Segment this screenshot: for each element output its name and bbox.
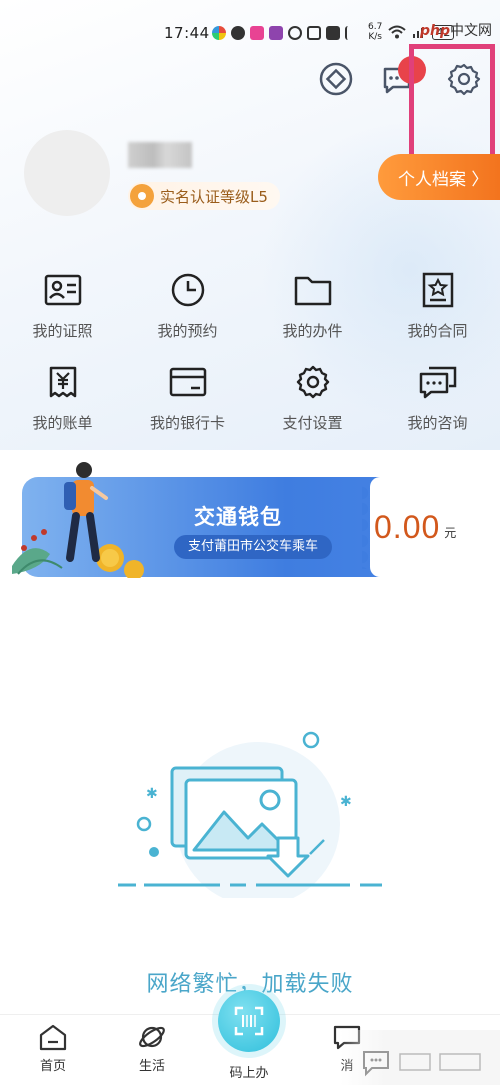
- grid-item-cases[interactable]: 我的办件: [250, 270, 375, 341]
- planet-icon: [139, 1026, 165, 1048]
- wallet-balance-unit: 元: [444, 525, 457, 540]
- bill-icon: [49, 366, 76, 398]
- watermark-logo-icon: [363, 1051, 481, 1077]
- wifi-icon: [388, 25, 406, 39]
- user-name-blurred: [128, 142, 192, 168]
- grid-item-consultations[interactable]: 我的咨询: [375, 362, 500, 433]
- scan-code-label: 码上办: [229, 1066, 269, 1081]
- nav-life-label: 生活: [138, 1059, 165, 1074]
- load-failed-illustration: ✱ ✱: [118, 731, 382, 898]
- app-notification-icon: [212, 26, 226, 40]
- network-speed-unit: K/s: [368, 32, 382, 42]
- network-speed-value: 6.7: [368, 22, 383, 32]
- grid-item-label: 我的合同: [407, 322, 468, 340]
- status-time: 17:44: [164, 24, 210, 42]
- alarm-icon: [326, 26, 340, 40]
- grid-item-contracts[interactable]: 我的合同: [375, 270, 500, 341]
- grid-item-certificates[interactable]: 我的证照: [0, 270, 125, 341]
- watermark-site-text: 中文网: [450, 23, 493, 39]
- grid-item-bank-cards[interactable]: 我的银行卡: [125, 362, 250, 433]
- status-notification-icons: [212, 26, 353, 40]
- app-notification-icon: [250, 26, 264, 40]
- nfc-icon: [307, 26, 321, 40]
- grid-item-label: 我的办件: [282, 322, 343, 340]
- nfc-icon: [288, 26, 302, 40]
- home-icon: [39, 1024, 67, 1051]
- grid-item-payment-settings[interactable]: 支付设置: [250, 362, 375, 433]
- folder-icon: [294, 276, 331, 306]
- scan-code-button[interactable]: [218, 990, 280, 1052]
- diamond-icon-button[interactable]: [317, 60, 355, 98]
- bluetooth-icon: [345, 26, 353, 40]
- chat-icon: [419, 366, 456, 399]
- personal-archive-button[interactable]: 个人档案 〉: [378, 154, 500, 200]
- network-speed: 6.7 K/s: [368, 22, 382, 42]
- wallet-title: 交通钱包: [194, 505, 282, 529]
- grid-item-label: 我的证照: [32, 322, 93, 340]
- settings-highlight-box: [409, 44, 495, 161]
- cert-level-badge[interactable]: 实名认证等级L5: [128, 182, 280, 210]
- wallet-balance-card[interactable]: 0.00 元: [362, 477, 500, 577]
- grid-item-label: 我的银行卡: [149, 414, 225, 432]
- wallet-balance: 0.00: [374, 508, 441, 545]
- grid-item-appointments[interactable]: 我的预约: [125, 270, 250, 341]
- nav-life[interactable]: 生活: [117, 1023, 187, 1074]
- clock-icon: [171, 273, 204, 307]
- nav-home[interactable]: 首页: [18, 1023, 88, 1074]
- grid-item-label: 我的咨询: [407, 414, 468, 432]
- scan-icon: [234, 1006, 264, 1036]
- grid-item-bills[interactable]: 我的账单: [0, 362, 125, 433]
- id-card-icon: [44, 274, 81, 306]
- watermark-logo: php中文网: [420, 20, 492, 40]
- wallet-subtitle: 支付莆田市公交车乘车: [174, 535, 333, 559]
- svg-text:✱: ✱: [146, 786, 158, 802]
- cert-level-text: 实名认证等级L5: [160, 187, 268, 206]
- watermark-logo-text: php: [420, 23, 451, 39]
- diamond-icon: [319, 62, 353, 96]
- svg-text:✱: ✱: [340, 794, 352, 810]
- bank-card-icon: [169, 367, 206, 397]
- medal-icon: [130, 184, 154, 208]
- grid-item-label: 支付设置: [282, 414, 343, 432]
- message-notification-icon: [231, 26, 245, 40]
- contract-icon: [422, 272, 453, 308]
- gear-icon: [296, 365, 329, 399]
- app-notification-icon: [269, 26, 283, 40]
- walking-person-illustration: [12, 462, 144, 578]
- avatar[interactable]: [24, 130, 110, 216]
- grid-item-label: 我的预约: [157, 322, 218, 340]
- nav-home-label: 首页: [39, 1059, 66, 1074]
- grid-item-label: 我的账单: [32, 414, 93, 432]
